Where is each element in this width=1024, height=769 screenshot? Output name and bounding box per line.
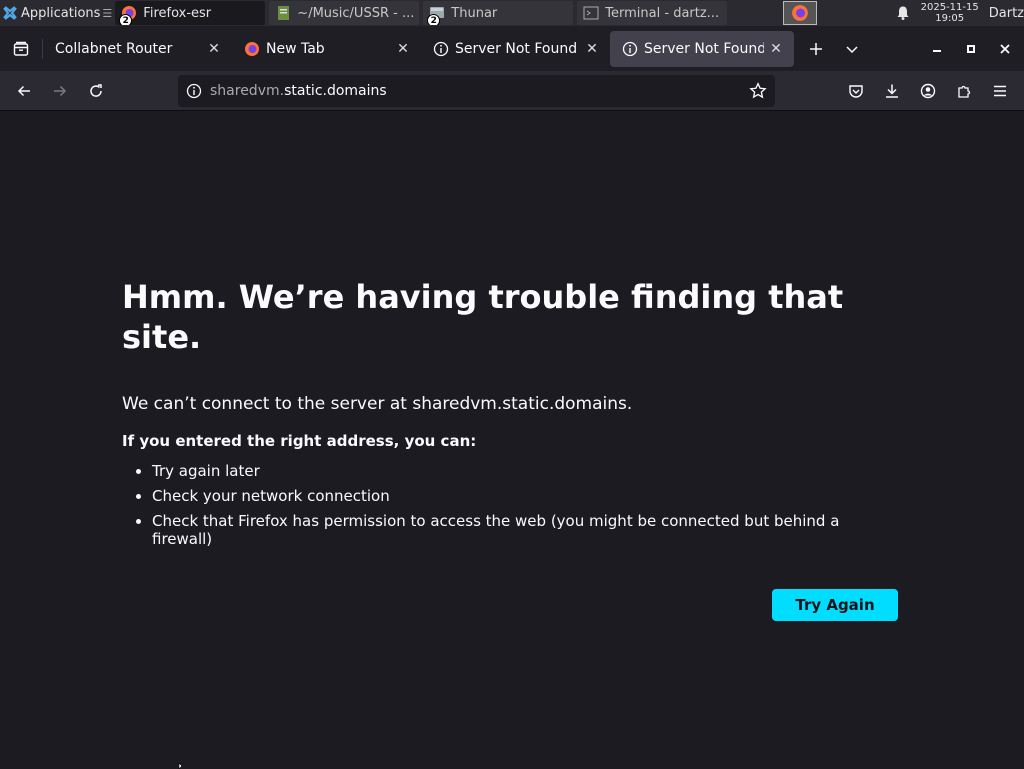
address-bar[interactable]: sharedvm.static.domains (178, 75, 775, 107)
user-menu[interactable]: Dartz (989, 6, 1024, 21)
download-icon (884, 83, 900, 99)
close-tab-icon[interactable]: ✕ (391, 37, 415, 61)
thunar-icon: 2 (427, 5, 445, 25)
puzzle-icon (956, 83, 972, 99)
tab-collabnet-router[interactable]: Collabnet Router ✕ (43, 31, 232, 67)
firefox-icon: 2 (119, 5, 137, 25)
pocket-button[interactable] (838, 75, 874, 107)
arrow-left-icon (16, 83, 32, 99)
url-subdomain: sharedvm. (210, 83, 285, 99)
bookmark-star-icon[interactable] (749, 82, 767, 100)
firefox-icon (244, 41, 260, 57)
error-description: We can’t connect to the server at shared… (122, 394, 633, 414)
firefox-view-icon (13, 41, 29, 57)
reload-button[interactable] (78, 75, 114, 107)
system-tray: 2025-11-15 19:05 Dartz (782, 0, 1024, 26)
task-terminal[interactable]: Terminal - dartz... (577, 1, 728, 25)
back-button[interactable] (6, 75, 42, 107)
suggestion-item: Check your network connection (152, 487, 902, 505)
page-content: Hmm. We’re having trouble finding that s… (0, 112, 1024, 769)
mouse-cursor-icon (178, 763, 188, 769)
tab-strip: Collabnet Router ✕ New Tab ✕ Server Not … (0, 26, 1024, 71)
firefox-view-button[interactable] (0, 26, 42, 71)
minimize-button[interactable] (920, 31, 954, 67)
task-music-folder[interactable]: ~/Music/USSR - ... (269, 1, 420, 25)
tab-label: Server Not Found (644, 40, 764, 57)
close-tab-icon[interactable]: ✕ (580, 37, 604, 61)
notification-bell-icon[interactable] (895, 5, 911, 21)
applications-menu[interactable]: Applications ☰ (0, 0, 115, 26)
task-label: Firefox-esr (143, 5, 212, 21)
account-button[interactable] (910, 75, 946, 107)
clock-date: 2025-11-15 (920, 2, 979, 13)
list-all-tabs-button[interactable] (834, 31, 870, 67)
info-icon (433, 41, 449, 57)
url-text: sharedvm.static.domains (210, 83, 387, 99)
tab-server-not-found-active[interactable]: Server Not Found ✕ (610, 30, 794, 67)
suggestion-item: Try again later (152, 462, 902, 480)
xfce-logo-icon (2, 5, 18, 21)
suggestion-list: Try again later Check your network conne… (122, 462, 902, 548)
terminal-icon (583, 5, 599, 21)
task-label: Terminal - dartz... (605, 5, 720, 21)
url-domain: static.domains (284, 83, 387, 99)
error-title: Hmm. We’re having trouble finding that s… (122, 278, 844, 356)
toolbar-actions (838, 75, 1018, 107)
maximize-icon (966, 44, 976, 54)
task-label: Thunar (451, 5, 498, 21)
chevron-down-icon (844, 41, 860, 57)
applications-label: Applications (21, 5, 101, 21)
try-again-button[interactable]: Try Again (772, 589, 898, 621)
task-firefox[interactable]: 2 Firefox-esr (115, 1, 266, 25)
tab-label: Collabnet Router (55, 40, 173, 57)
pocket-icon (848, 83, 864, 99)
maximize-button[interactable] (954, 31, 988, 67)
account-icon (920, 83, 936, 99)
app-menu-button[interactable] (982, 75, 1018, 107)
hamburger-menu-icon (992, 83, 1008, 99)
tab-server-not-found[interactable]: Server Not Found ✕ (421, 31, 610, 67)
close-tab-icon[interactable]: ✕ (202, 37, 226, 61)
desktop-taskbar: Applications ☰ 2 Firefox-esr ~/Music/USS… (0, 0, 1024, 26)
extensions-button[interactable] (946, 75, 982, 107)
tab-label: Server Not Found (455, 40, 578, 57)
suggestion-item: Check that Firefox has permission to acc… (152, 512, 902, 548)
window-count-badge: 2 (119, 14, 133, 25)
arrow-right-icon (52, 83, 68, 99)
task-label: ~/Music/USSR - ... (297, 5, 415, 21)
tab-label: New Tab (266, 40, 325, 57)
site-info-icon[interactable] (178, 83, 210, 99)
minimize-icon (932, 44, 942, 54)
clock[interactable]: 2025-11-15 19:05 (921, 2, 979, 24)
clock-time: 19:05 (935, 13, 965, 24)
task-thunar[interactable]: 2 Thunar (423, 1, 574, 25)
close-icon (1000, 43, 1010, 54)
tab-new-tab[interactable]: New Tab ✕ (232, 31, 421, 67)
plus-icon (808, 41, 824, 57)
info-icon (622, 41, 638, 57)
reload-icon (88, 83, 104, 99)
new-tab-button[interactable] (798, 31, 834, 67)
text-editor-icon (275, 5, 291, 21)
menu-separator-icon: ☰ (102, 6, 113, 20)
close-window-button[interactable] (988, 31, 1022, 67)
navigation-toolbar: sharedvm.static.domains (0, 71, 1024, 111)
window-count-badge: 2 (427, 14, 441, 25)
downloads-button[interactable] (874, 75, 910, 107)
forward-button[interactable] (42, 75, 78, 107)
error-container: Hmm. We’re having trouble finding that s… (122, 277, 902, 555)
error-subheading: If you entered the right address, you ca… (122, 432, 477, 450)
firefox-launcher-icon[interactable] (782, 1, 817, 25)
close-tab-icon[interactable]: ✕ (764, 37, 788, 61)
